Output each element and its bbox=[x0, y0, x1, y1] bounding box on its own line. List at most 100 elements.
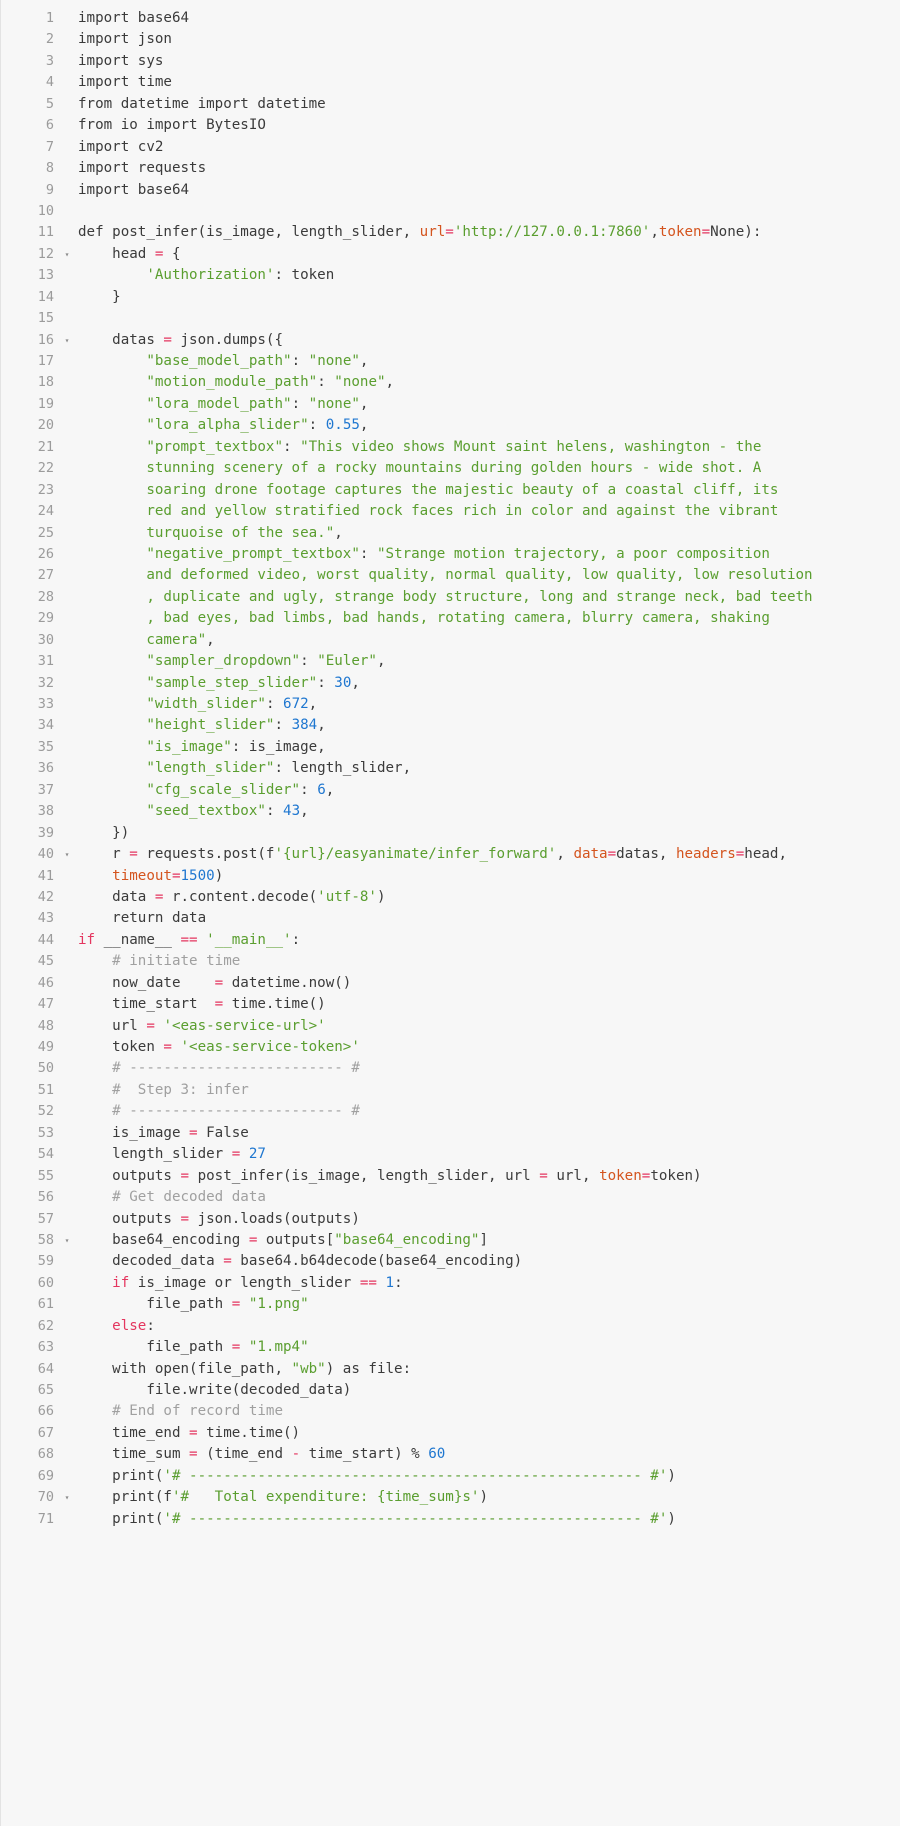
code-line[interactable]: 56 # Get decoded data bbox=[0, 1187, 900, 1209]
code-line[interactable]: 42 data = r.content.decode('utf-8') bbox=[0, 886, 900, 909]
code-line[interactable]: 50 # ------------------------- # bbox=[0, 1058, 900, 1080]
code-line-content: "lora_alpha_slider": 0.55, bbox=[74, 415, 900, 436]
code-editor-pane[interactable]: 1 import base64 2 import json 3 import sys 4 im… bbox=[0, 0, 900, 1826]
code-line[interactable]: 8 import requests bbox=[0, 158, 900, 180]
code-line[interactable]: 4 import time bbox=[0, 72, 900, 94]
fold-toggle-icon[interactable]: ▾ bbox=[60, 1230, 74, 1251]
code-line[interactable]: 67 time_end = time.time() bbox=[0, 1422, 900, 1445]
line-number: 41 bbox=[0, 865, 60, 887]
code-line[interactable]: 10 bbox=[0, 200, 900, 223]
line-number: 62 bbox=[0, 1315, 60, 1338]
code-line[interactable]: 66 # End of record time bbox=[0, 1401, 900, 1423]
code-token: = bbox=[214, 974, 224, 991]
code-line[interactable]: 27 and deformed video, worst quality, no… bbox=[0, 565, 900, 587]
fold-toggle-icon[interactable]: ▾ bbox=[60, 244, 74, 265]
code-line[interactable]: 46 now_date = datetime.now() bbox=[0, 972, 900, 995]
code-token: "length_slider" bbox=[146, 760, 275, 777]
code-line[interactable]: 40 ▾ r = requests.post(f'{url}/easyanimat… bbox=[0, 844, 900, 866]
code-line-content: , bad eyes, bad limbs, bad hands, rotati… bbox=[74, 608, 900, 629]
code-line[interactable]: 70 ▾ print(f'# Total expenditure: {time_s… bbox=[0, 1487, 900, 1509]
code-line[interactable]: 62 else: bbox=[0, 1315, 900, 1338]
code-line[interactable]: 54 length_slider = 27 bbox=[0, 1144, 900, 1166]
code-line[interactable]: 31 "sampler_dropdown": "Euler", bbox=[0, 651, 900, 673]
code-line[interactable]: 45 # initiate time bbox=[0, 951, 900, 973]
code-line[interactable]: 48 url = '<eas-service-url>' bbox=[0, 1015, 900, 1038]
code-line[interactable]: 51 # Step 3: infer bbox=[0, 1079, 900, 1102]
code-line[interactable]: 64 with open(file_path, "wb") as file: bbox=[0, 1358, 900, 1381]
code-line[interactable]: 9 import base64 bbox=[0, 179, 900, 201]
line-number: 18 bbox=[0, 372, 60, 394]
code-line[interactable]: 25 turquoise of the sea.", bbox=[0, 522, 900, 544]
code-line[interactable]: 28 , duplicate and ugly, strange body st… bbox=[0, 586, 900, 609]
code-token: = bbox=[735, 846, 745, 863]
line-number: 49 bbox=[0, 1037, 60, 1059]
code-line[interactable]: 7 import cv2 bbox=[0, 136, 900, 159]
code-line[interactable]: 55 outputs = post_infer(is_image, length… bbox=[0, 1165, 900, 1188]
code-token: if bbox=[112, 1274, 130, 1291]
code-token: 43 bbox=[283, 803, 301, 820]
code-line[interactable]: 52 # ------------------------- # bbox=[0, 1101, 900, 1123]
code-line[interactable]: 1 import base64 bbox=[0, 8, 900, 30]
code-line[interactable]: 19 "lora_model_path": "none", bbox=[0, 393, 900, 416]
code-line[interactable]: 69 print('# ----------------------------… bbox=[0, 1465, 900, 1488]
code-line[interactable]: 41 timeout=1500) bbox=[0, 865, 900, 887]
code-line[interactable]: 14 } bbox=[0, 286, 900, 309]
code-line[interactable]: 32 "sample_step_slider": 30, bbox=[0, 672, 900, 695]
code-line[interactable]: 49 token = '<eas-service-token>' bbox=[0, 1037, 900, 1059]
code-line[interactable]: 38 "seed_textbox": 43, bbox=[0, 801, 900, 823]
code-line[interactable]: 43 return data bbox=[0, 908, 900, 930]
code-line[interactable]: 68 time_sum = (time_end - time_start) % … bbox=[0, 1444, 900, 1466]
code-line[interactable]: 21 "prompt_textbox": "This video shows M… bbox=[0, 436, 900, 459]
code-line[interactable]: 44 if __name__ == '__main__': bbox=[0, 929, 900, 952]
code-line[interactable]: 2 import json bbox=[0, 29, 900, 51]
code-line[interactable]: 20 "lora_alpha_slider": 0.55, bbox=[0, 415, 900, 437]
code-line[interactable]: 63 file_path = "1.mp4" bbox=[0, 1337, 900, 1359]
code-line-content: turquoise of the sea.", bbox=[74, 523, 900, 544]
code-line[interactable]: 39 }) bbox=[0, 822, 900, 845]
code-line[interactable]: 34 "height_slider": 384, bbox=[0, 715, 900, 737]
code-token: , bbox=[351, 674, 360, 691]
code-line[interactable]: 61 file_path = "1.png" bbox=[0, 1294, 900, 1316]
fold-toggle-icon[interactable]: ▾ bbox=[60, 844, 74, 865]
code-line[interactable]: 57 outputs = json.loads(outputs) bbox=[0, 1208, 900, 1230]
code-line[interactable]: 33 "width_slider": 672, bbox=[0, 694, 900, 716]
code-line[interactable]: 18 "motion_module_path": "none", bbox=[0, 372, 900, 394]
code-line[interactable]: 11 def post_infer(is_image, length_slider… bbox=[0, 222, 900, 244]
code-line[interactable]: 65 file.write(decoded_data) bbox=[0, 1380, 900, 1402]
code-line[interactable]: 15 bbox=[0, 308, 900, 330]
code-line[interactable]: 16 ▾ datas = json.dumps({ bbox=[0, 329, 900, 352]
code-line[interactable]: 6 from io import BytesIO bbox=[0, 115, 900, 137]
code-line[interactable]: 58 ▾ base64_encoding = outputs["base64_en… bbox=[0, 1229, 900, 1252]
code-line[interactable]: 36 "length_slider": length_slider, bbox=[0, 758, 900, 780]
code-line[interactable]: 13 'Authorization': token bbox=[0, 265, 900, 287]
fold-toggle-icon[interactable]: ▾ bbox=[60, 330, 74, 351]
code-line[interactable]: 23 soaring drone footage captures the ma… bbox=[0, 479, 900, 502]
code-line[interactable]: 60 if is_image or length_slider == 1: bbox=[0, 1272, 900, 1295]
code-line[interactable]: 5 from datetime import datetime bbox=[0, 93, 900, 116]
code-line[interactable]: 53 is_image = False bbox=[0, 1122, 900, 1145]
code-token: "1.mp4" bbox=[248, 1339, 309, 1356]
line-number: 39 bbox=[0, 822, 60, 845]
code-line[interactable]: 26 "negative_prompt_textbox": "Strange m… bbox=[0, 543, 900, 566]
line-number: 61 bbox=[0, 1294, 60, 1316]
code-line[interactable]: 29 , bad eyes, bad limbs, bad hands, rot… bbox=[0, 608, 900, 630]
code-line[interactable]: 30 camera", bbox=[0, 629, 900, 652]
code-line[interactable]: 3 import sys bbox=[0, 50, 900, 73]
fold-toggle-icon[interactable]: ▾ bbox=[60, 1487, 74, 1508]
code-line[interactable]: 35 "is_image": is_image, bbox=[0, 736, 900, 759]
code-line[interactable]: 47 time_start = time.time() bbox=[0, 994, 900, 1016]
code-token: False bbox=[197, 1124, 249, 1141]
code-line[interactable]: 24 red and yellow stratified rock faces … bbox=[0, 501, 900, 523]
code-token: } bbox=[78, 288, 121, 305]
code-line[interactable]: 12 ▾ head = { bbox=[0, 243, 900, 266]
code-line[interactable]: 71 print('# ----------------------------… bbox=[0, 1508, 900, 1531]
code-line[interactable]: 37 "cfg_scale_slider": 6, bbox=[0, 779, 900, 802]
code-line[interactable]: 22 stunning scenery of a rocky mountains… bbox=[0, 458, 900, 480]
code-line[interactable]: 17 "base_model_path": "none", bbox=[0, 351, 900, 373]
code-line[interactable]: 59 decoded_data = base64.b64decode(base6… bbox=[0, 1251, 900, 1273]
